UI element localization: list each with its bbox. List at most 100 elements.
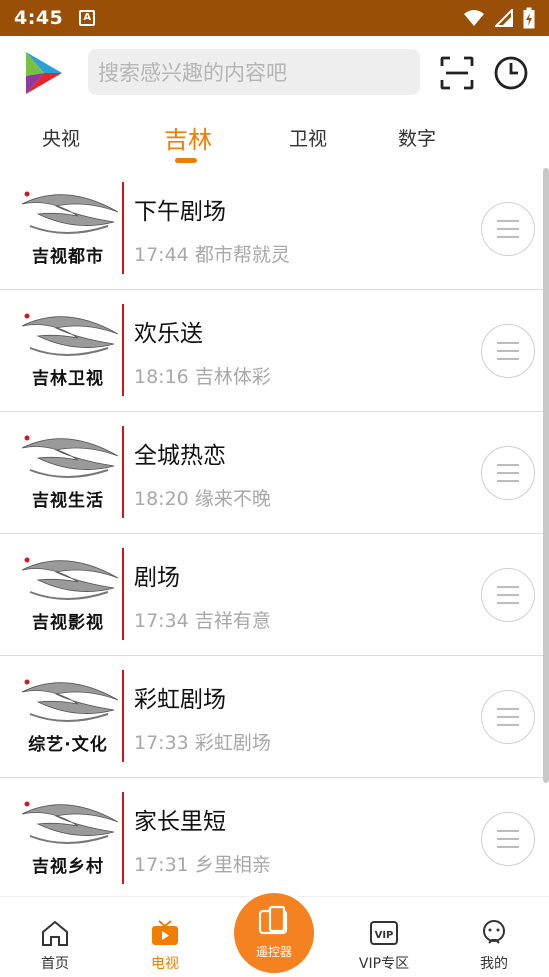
- logo-divider: [122, 182, 124, 274]
- logo-divider: [122, 548, 124, 640]
- vip-badge-text: VIP: [375, 930, 394, 941]
- jilin-tv-logo-icon: [21, 557, 119, 600]
- vip-icon: VIP: [370, 921, 398, 945]
- bottom-nav: 首页 电视 遥控器 VIP VIP专区 我的: [0, 893, 549, 977]
- jilin-tv-logo-icon: [21, 679, 119, 722]
- nav-tv[interactable]: 电视: [120, 919, 210, 972]
- program-list-button[interactable]: [481, 446, 535, 500]
- channel-row[interactable]: 吉视生活 全城热恋 18:20 缘来不晚: [0, 412, 543, 534]
- menu-icon: [497, 220, 519, 222]
- next-program-time: 17:33: [134, 732, 189, 754]
- menu-icon: [497, 586, 519, 588]
- channel-logo: 综艺·文化: [16, 670, 120, 762]
- tab-cctv[interactable]: 央视: [11, 124, 111, 151]
- search-placeholder: 搜索感兴趣的内容吧: [98, 61, 287, 85]
- channel-list[interactable]: 吉视都市 下午剧场 17:44 都市帮就灵 吉林卫视 欢乐送 18:16 吉林体…: [0, 168, 549, 896]
- tab-digital[interactable]: 数字: [367, 124, 467, 151]
- logo-divider: [122, 792, 124, 884]
- next-program-title: 彩虹剧场: [194, 732, 271, 754]
- program-list-button[interactable]: [481, 690, 535, 744]
- scan-icon[interactable]: [438, 54, 476, 92]
- nav-mine-label: 我的: [480, 956, 508, 972]
- channel-row[interactable]: 吉视都市 下午剧场 17:44 都市帮就灵: [0, 168, 543, 290]
- channel-row[interactable]: 吉林卫视 欢乐送 18:16 吉林体彩: [0, 290, 543, 412]
- jilin-tv-logo-icon: [21, 435, 119, 478]
- remote-device-icon: [258, 905, 288, 935]
- next-program-time: 17:44: [134, 244, 189, 266]
- menu-icon: [497, 464, 519, 466]
- channel-row[interactable]: 吉视影视 剧场 17:34 吉祥有意: [0, 534, 543, 656]
- current-program: 彩虹剧场: [134, 687, 226, 713]
- wifi-icon: [464, 10, 484, 26]
- nav-tv-label: 电视: [151, 956, 179, 972]
- nav-vip-label: VIP专区: [358, 956, 410, 972]
- channel-logo-text: 吉视影视: [32, 613, 104, 633]
- app-logo-icon: [26, 52, 62, 94]
- channel-row[interactable]: 吉视乡村 家长里短 17:31 乡里相亲: [0, 778, 543, 896]
- next-program-title: 吉祥有意: [194, 610, 271, 632]
- channel-logo-text: 吉视生活: [32, 491, 104, 511]
- next-program-time: 17:34: [134, 610, 189, 632]
- next-program: 17:34 吉祥有意: [134, 606, 271, 633]
- remote-control-label: 遥控器: [255, 945, 292, 959]
- remote-control-button[interactable]: 遥控器: [234, 893, 314, 973]
- channel-logo-text: 吉林卫视: [32, 369, 104, 389]
- current-program: 家长里短: [134, 809, 226, 835]
- current-program: 全城热恋: [134, 443, 226, 469]
- battery-charging-icon: [523, 7, 535, 29]
- top-bar: 搜索感兴趣的内容吧: [0, 36, 549, 110]
- next-program-title: 吉林体彩: [194, 366, 271, 388]
- status-icons: [463, 7, 535, 29]
- logo-divider: [122, 426, 124, 518]
- program-list-button[interactable]: [481, 324, 535, 378]
- category-tabs: 央视 吉林 卫视 数字: [0, 110, 549, 166]
- jilin-tv-logo-icon: [21, 191, 119, 234]
- channel-logo: 吉视都市: [16, 182, 120, 274]
- list-scrollbar[interactable]: [543, 168, 549, 783]
- home-icon: [42, 920, 68, 946]
- current-program: 下午剧场: [134, 199, 226, 225]
- next-program: 17:33 彩虹剧场: [134, 728, 271, 755]
- next-program-time: 17:31: [134, 854, 189, 876]
- program-list-button[interactable]: [481, 202, 535, 256]
- channel-logo-text: 综艺·文化: [28, 735, 108, 755]
- status-bar: 4:45 A: [0, 0, 549, 36]
- menu-icon: [497, 830, 519, 832]
- next-program-title: 都市帮就灵: [194, 244, 290, 266]
- notification-icon: A: [79, 10, 96, 26]
- profile-face-icon: [483, 920, 505, 944]
- next-program: 18:20 缘来不晚: [134, 484, 271, 511]
- program-list-button[interactable]: [481, 568, 535, 622]
- next-program: 17:44 都市帮就灵: [134, 240, 290, 267]
- search-input[interactable]: 搜索感兴趣的内容吧: [88, 49, 420, 95]
- program-list-button[interactable]: [481, 812, 535, 866]
- channel-row[interactable]: 综艺·文化 彩虹剧场 17:33 彩虹剧场: [0, 656, 543, 778]
- jilin-tv-logo-icon: [21, 313, 119, 356]
- current-program: 欢乐送: [134, 321, 203, 347]
- channel-logo-text: 吉视乡村: [32, 857, 104, 877]
- channel-logo: 吉林卫视: [16, 304, 120, 396]
- logo-divider: [122, 304, 124, 396]
- channel-logo: 吉视生活: [16, 426, 120, 518]
- next-program-title: 缘来不晚: [194, 488, 271, 510]
- next-program: 17:31 乡里相亲: [134, 850, 271, 877]
- signal-icon: [495, 9, 513, 27]
- tv-icon: [152, 920, 178, 945]
- active-tab-indicator: [175, 158, 197, 163]
- channel-logo-text: 吉视都市: [32, 247, 104, 267]
- next-program-time: 18:16: [134, 366, 189, 388]
- next-program-title: 乡里相亲: [194, 854, 271, 876]
- nav-home[interactable]: 首页: [10, 919, 100, 972]
- nav-vip[interactable]: VIP VIP专区: [339, 919, 429, 972]
- channel-logo: 吉视影视: [16, 548, 120, 640]
- next-program: 18:16 吉林体彩: [134, 362, 271, 389]
- menu-icon: [497, 708, 519, 710]
- next-program-time: 18:20: [134, 488, 189, 510]
- channel-logo: 吉视乡村: [16, 792, 120, 884]
- tab-satellite[interactable]: 卫视: [258, 124, 358, 151]
- nav-mine[interactable]: 我的: [449, 919, 539, 972]
- status-time: 4:45: [14, 7, 64, 29]
- history-clock-icon[interactable]: [490, 52, 532, 94]
- current-program: 剧场: [134, 565, 180, 591]
- tab-jilin[interactable]: 吉林: [138, 120, 238, 155]
